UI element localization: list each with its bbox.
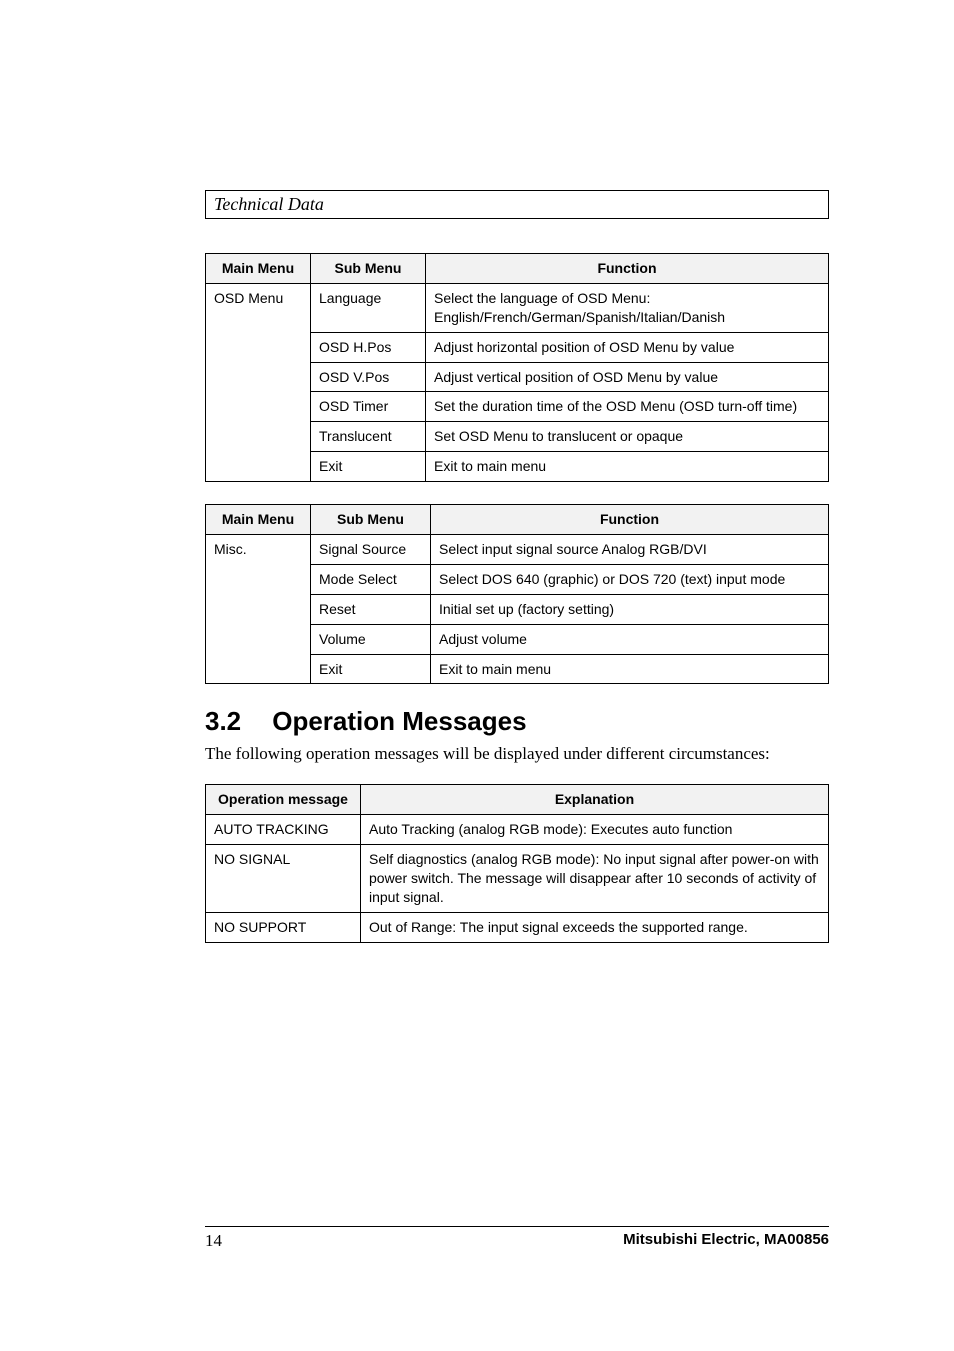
cell-group: Misc. [206, 535, 311, 684]
cell-op: NO SIGNAL [206, 845, 361, 913]
cell-fn: Select DOS 640 (graphic) or DOS 720 (tex… [431, 564, 829, 594]
cell-fn: Adjust vertical position of OSD Menu by … [426, 362, 829, 392]
table-row: AUTO TRACKING Auto Tracking (analog RGB … [206, 815, 829, 845]
section-header-text: Technical Data [214, 194, 324, 214]
table-header-row: Operation message Explanation [206, 785, 829, 815]
cell-fn: Initial set up (factory setting) [431, 594, 829, 624]
cell-fn: Set OSD Menu to translucent or opaque [426, 422, 829, 452]
heading-title: Operation Messages [272, 706, 526, 736]
heading-number: 3.2 [205, 706, 265, 737]
cell-fn: Exit to main menu [426, 452, 829, 482]
intro-paragraph: The following operation messages will be… [205, 743, 829, 766]
th-explanation: Explanation [361, 785, 829, 815]
table-misc: Main Menu Sub Menu Function Misc. Signal… [205, 504, 829, 684]
table-osd-menu: Main Menu Sub Menu Function OSD Menu Lan… [205, 253, 829, 482]
th-sub-menu: Sub Menu [311, 254, 426, 284]
cell-sub: Mode Select [311, 564, 431, 594]
cell-sub: Exit [311, 654, 431, 684]
cell-fn: Adjust volume [431, 624, 829, 654]
cell-exp: Auto Tracking (analog RGB mode): Execute… [361, 815, 829, 845]
cell-fn: Select the language of OSD Menu: English… [426, 283, 829, 332]
th-main-menu: Main Menu [206, 505, 311, 535]
table-row: OSD Menu Language Select the language of… [206, 283, 829, 332]
cell-sub: OSD V.Pos [311, 362, 426, 392]
section-header: Technical Data [205, 190, 829, 219]
cell-op: AUTO TRACKING [206, 815, 361, 845]
th-operation-message: Operation message [206, 785, 361, 815]
cell-sub: Reset [311, 594, 431, 624]
cell-group: OSD Menu [206, 283, 311, 481]
cell-op: NO SUPPORT [206, 912, 361, 942]
table-row: NO SIGNAL Self diagnostics (analog RGB m… [206, 845, 829, 913]
cell-sub: Volume [311, 624, 431, 654]
cell-fn: Adjust horizontal position of OSD Menu b… [426, 332, 829, 362]
th-function: Function [426, 254, 829, 284]
page: Technical Data Main Menu Sub Menu Functi… [0, 0, 954, 1351]
table-operation-messages: Operation message Explanation AUTO TRACK… [205, 784, 829, 942]
cell-exp: Self diagnostics (analog RGB mode): No i… [361, 845, 829, 913]
cell-sub: Exit [311, 452, 426, 482]
cell-exp: Out of Range: The input signal exceeds t… [361, 912, 829, 942]
footer: 14 Mitsubishi Electric, MA00856 [205, 1226, 829, 1251]
cell-sub: Language [311, 283, 426, 332]
heading-operation-messages: 3.2 Operation Messages [205, 706, 829, 737]
cell-fn: Exit to main menu [431, 654, 829, 684]
cell-fn: Set the duration time of the OSD Menu (O… [426, 392, 829, 422]
cell-sub: Translucent [311, 422, 426, 452]
cell-sub: OSD H.Pos [311, 332, 426, 362]
th-main-menu: Main Menu [206, 254, 311, 284]
page-number: 14 [205, 1231, 222, 1251]
cell-fn: Select input signal source Analog RGB/DV… [431, 535, 829, 565]
th-sub-menu: Sub Menu [311, 505, 431, 535]
th-function: Function [431, 505, 829, 535]
table-header-row: Main Menu Sub Menu Function [206, 254, 829, 284]
table-header-row: Main Menu Sub Menu Function [206, 505, 829, 535]
table-row: Misc. Signal Source Select input signal … [206, 535, 829, 565]
table-row: NO SUPPORT Out of Range: The input signa… [206, 912, 829, 942]
cell-sub: OSD Timer [311, 392, 426, 422]
cell-sub: Signal Source [311, 535, 431, 565]
doc-identifier: Mitsubishi Electric, MA00856 [623, 1231, 829, 1251]
